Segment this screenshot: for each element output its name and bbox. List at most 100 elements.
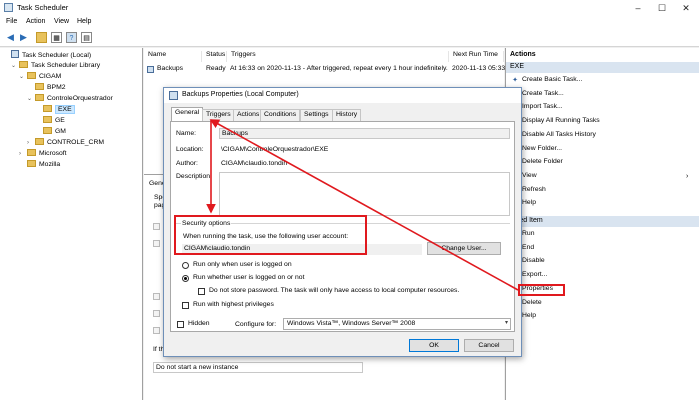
action-item[interactable]: Display All Running Tasks <box>522 117 600 124</box>
action-item[interactable]: Delete Folder <box>522 158 563 165</box>
tree-item[interactable]: ⌄ CIGAM <box>19 72 61 81</box>
action-item[interactable]: End <box>522 244 534 251</box>
column-name[interactable]: Name <box>144 51 202 62</box>
action-item[interactable]: Delete <box>522 299 542 306</box>
close-icon[interactable]: ✕ <box>674 0 698 16</box>
action-item[interactable]: Run <box>522 230 534 237</box>
name-field[interactable]: Backups <box>219 128 510 139</box>
task-triggers: At 16:33 on 2020-11-13 - After triggered… <box>230 65 448 72</box>
tree-item[interactable]: GE <box>35 116 65 125</box>
radio-logged-on[interactable] <box>182 262 189 269</box>
folder-icon <box>43 116 52 123</box>
ok-button[interactable]: OK <box>409 339 459 352</box>
action-item[interactable]: Help <box>522 199 536 206</box>
action-item[interactable]: Help <box>522 312 536 319</box>
properties-highlight <box>518 284 565 296</box>
back-icon[interactable]: ◀ <box>5 32 16 43</box>
folder-icon <box>43 105 52 112</box>
folder-icon <box>35 83 44 90</box>
menu-action[interactable]: Action <box>26 18 45 25</box>
tree-item[interactable]: Task Scheduler (Local) <box>3 50 91 59</box>
tree-item[interactable]: EXE <box>35 105 75 114</box>
action-item[interactable]: Export... <box>522 271 547 278</box>
action-item[interactable]: Create Basic Task... <box>522 76 582 83</box>
tree-item[interactable]: Mozilla <box>19 160 60 169</box>
instance-rule-select[interactable]: Do not start a new instance <box>153 362 363 373</box>
name-label: Name: <box>176 130 197 137</box>
action-item[interactable]: View <box>522 172 537 179</box>
forward-icon[interactable]: ▶ <box>18 32 29 43</box>
tree-item-label: Mozilla <box>39 161 61 168</box>
action-item[interactable]: Disable <box>522 257 545 264</box>
lower-checkbox <box>153 327 160 334</box>
column-status[interactable]: Status <box>202 51 227 62</box>
action-item[interactable]: New Folder... <box>522 145 562 152</box>
show-hide-icon[interactable]: ▦ <box>51 32 62 43</box>
folder-icon <box>19 61 28 68</box>
radio-logged-on-or-not-label: Run whether user is logged on or not <box>193 274 305 281</box>
change-user-button[interactable]: Change User... <box>427 242 501 255</box>
tab-general[interactable]: General <box>171 107 204 121</box>
configure-for-select[interactable]: Windows Vista™, Windows Server™ 2008 ▾ <box>283 318 511 330</box>
tree-item[interactable]: ⌄ ControleOrquestrador <box>27 94 113 103</box>
column-triggers[interactable]: Triggers <box>227 51 449 62</box>
chevron-down-icon[interactable]: ⌄ <box>19 73 27 80</box>
description-field[interactable] <box>219 172 510 216</box>
wand-icon: ✦ <box>512 77 518 84</box>
security-options-highlight <box>174 215 367 255</box>
hidden-checkbox[interactable] <box>177 321 184 328</box>
task-next-run: 2020-11-13 05:33 <box>452 65 506 72</box>
task-scheduler-icon <box>11 50 19 58</box>
minimize-icon[interactable]: – <box>626 0 650 16</box>
tab-settings[interactable]: Settings <box>300 109 333 121</box>
navigation-tree: Task Scheduler (Local) ⌄ Task Scheduler Li… <box>0 48 143 400</box>
highest-privileges-checkbox[interactable] <box>182 302 189 309</box>
configure-for-label: Configure for: <box>235 321 277 328</box>
chevron-right-icon[interactable]: › <box>19 151 27 157</box>
chevron-down-icon[interactable]: ⌄ <box>27 95 35 102</box>
tree-item[interactable]: GM <box>35 127 66 136</box>
action-item[interactable]: Refresh <box>522 186 546 193</box>
tree-item[interactable]: › Microsoft <box>19 149 67 158</box>
window-title: Task Scheduler <box>17 3 69 12</box>
location-value: \CIGAM\ControleOrquestrador\EXE <box>221 146 329 153</box>
title-bar: Task Scheduler – ☐ ✕ <box>0 0 699 16</box>
folder-icon[interactable] <box>36 32 47 43</box>
tree-item-label: Task Scheduler (Local) <box>22 52 92 59</box>
chevron-right-icon[interactable]: › <box>27 140 35 146</box>
tree-item[interactable]: BPM2 <box>27 83 66 92</box>
menu-help[interactable]: Help <box>77 18 91 25</box>
tree-item-label: ControleOrquestrador <box>47 95 113 102</box>
tab-triggers[interactable]: Triggers <box>202 109 235 121</box>
task-row[interactable]: Backups Ready At 16:33 on 2020-11-13 - A… <box>144 64 506 75</box>
actions-header: Actions <box>510 51 536 58</box>
menu-bar: File Action View Help <box>0 16 699 29</box>
menu-view[interactable]: View <box>54 18 69 25</box>
folder-icon <box>35 138 44 145</box>
task-icon <box>147 66 154 73</box>
task-scheduler-icon <box>4 3 13 12</box>
help-icon[interactable]: ? <box>66 32 77 43</box>
tab-conditions[interactable]: Conditions <box>260 109 301 121</box>
action-item[interactable]: Import Task... <box>522 103 563 110</box>
tree-item-label: CONTROLE_CRM <box>47 139 105 146</box>
tree-item[interactable]: ⌄ Task Scheduler Library <box>11 61 100 70</box>
action-item[interactable]: Create Task... <box>522 90 564 97</box>
chevron-down-icon[interactable]: ⌄ <box>11 62 19 69</box>
store-password-checkbox[interactable] <box>198 288 205 295</box>
maximize-icon[interactable]: ☐ <box>650 0 674 16</box>
panel-icon[interactable]: ▤ <box>81 32 92 43</box>
tab-history[interactable]: History <box>332 109 362 121</box>
cancel-button[interactable]: Cancel <box>464 339 514 352</box>
action-item[interactable]: Disable All Tasks History <box>522 131 596 138</box>
menu-file[interactable]: File <box>6 18 17 25</box>
store-password-label: Do not store password. The task will onl… <box>209 287 460 294</box>
tree-item[interactable]: › CONTROLE_CRM <box>27 138 104 147</box>
lower-checkbox <box>153 293 160 300</box>
description-label: Description: <box>176 173 212 180</box>
tab-actions[interactable]: Actions <box>233 109 264 121</box>
column-next-run[interactable]: Next Run Time <box>449 51 504 62</box>
radio-logged-on-or-not[interactable] <box>182 275 189 282</box>
chevron-down-icon: ▾ <box>504 320 508 326</box>
folder-icon <box>27 149 36 156</box>
